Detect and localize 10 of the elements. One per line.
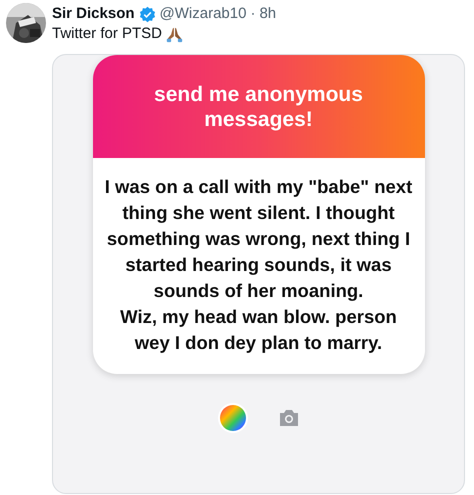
card-title: send me anonymous messages! — [153, 82, 364, 132]
message-text: Wiz, my head wan blow. person wey I don dey plan to marry. — [119, 305, 398, 355]
post-time[interactable]: 8h — [259, 4, 276, 24]
tweet-text: Twitter for PTSD — [52, 24, 162, 44]
user-handle[interactable]: @Wizarab10 — [160, 4, 246, 24]
color-wheel-icon[interactable] — [216, 402, 248, 434]
message-text: I was on a call with my "babe" next thing she went silent. I thought something was wrong, next thing I started hearing sounds, it was sounds of her moaning. — [104, 175, 414, 303]
separator-dot: · — [250, 4, 256, 24]
author-name[interactable]: Sir Dickson — [52, 4, 135, 24]
praying-hands-icon — [166, 26, 184, 42]
